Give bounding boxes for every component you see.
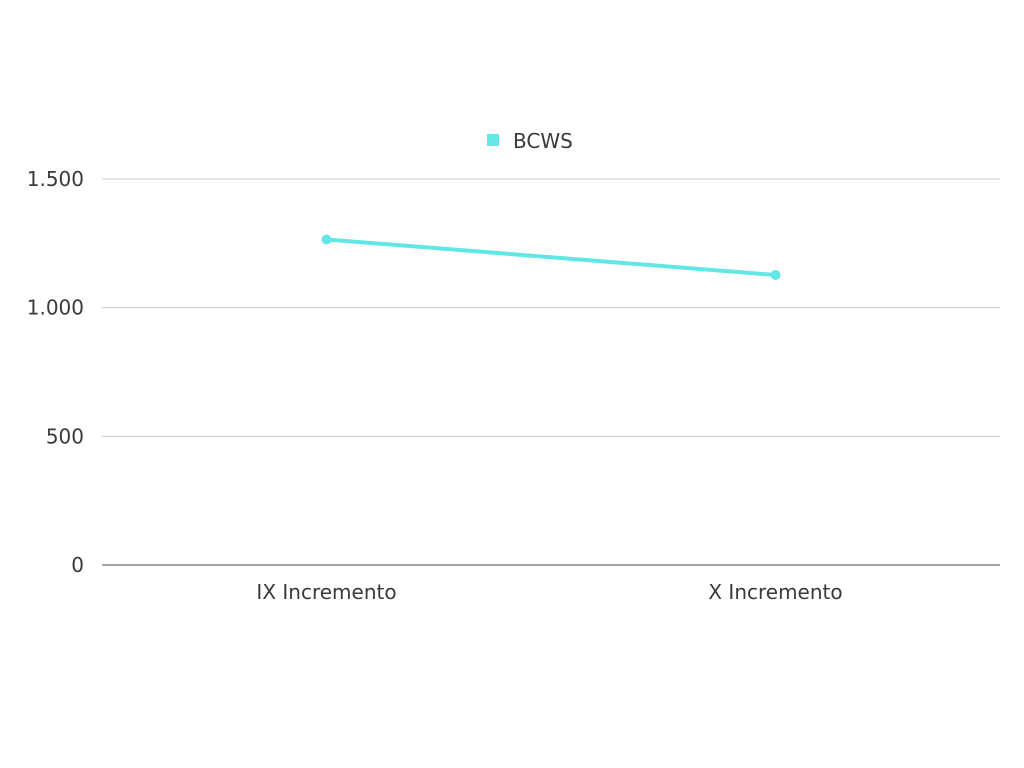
y-tick-label: 1.000 xyxy=(27,296,84,320)
y-axis-tick-labels: 0 500 1.000 1.500 xyxy=(27,167,84,577)
legend: BCWS xyxy=(487,129,573,153)
y-tick-label: 500 xyxy=(46,424,84,448)
y-tick-label: 1.500 xyxy=(27,167,84,191)
x-tick-label: X Incremento xyxy=(708,580,842,604)
x-axis-tick-labels: IX Incremento X Incremento xyxy=(256,580,842,604)
data-point xyxy=(770,269,781,280)
legend-swatch-bcws xyxy=(487,134,499,146)
series-layer xyxy=(321,234,781,280)
data-point xyxy=(321,234,332,245)
line-chart: 0 500 1.000 1.500 IX Incremento X Incremento… xyxy=(27,129,1000,604)
gridlines xyxy=(102,178,1000,437)
series-line-bcws xyxy=(324,237,778,277)
x-tick-label: IX Incremento xyxy=(256,580,396,604)
y-tick-label: 0 xyxy=(71,553,84,577)
legend-label-bcws: BCWS xyxy=(513,129,573,153)
